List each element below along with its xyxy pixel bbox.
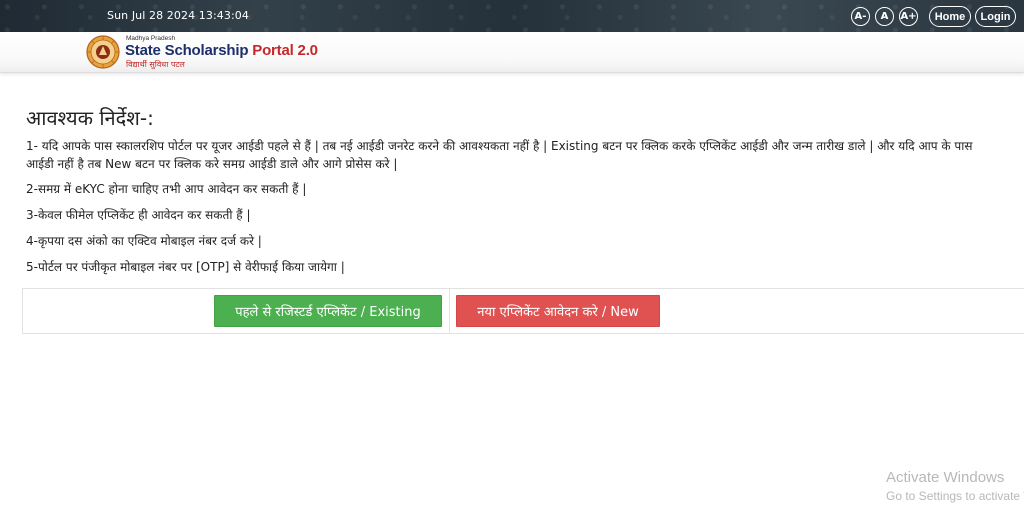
home-button[interactable]: Home [929,6,971,27]
logo-state-label: Madhya Pradesh [126,35,176,42]
instruction-item: 2-समग्र में eKYC होना चाहिए तभी आप आवेदन… [26,182,307,196]
logo-title: State Scholarship Portal 2.0 [125,42,318,59]
instructions-heading: आवश्यक निर्देश-: [26,106,154,130]
instruction-item: आईडी नहीं है तब New बटन पर क्लिक करे समग… [26,157,398,171]
current-datetime: Sun Jul 28 2024 13:43:04 [107,9,249,22]
action-box-divider [449,289,450,333]
instruction-item: 1- यदि आपके पास स्कालरशिप पोर्टल पर यूजर… [26,139,973,153]
logo-title-part2: Portal 2.0 [252,42,318,59]
instruction-item: 5-पोर्टल पर पंजीकृत मोबाइल नंबर पर [OTP]… [26,260,345,274]
new-applicant-button[interactable]: नया एप्लिकेंट आवेदन करे / New [456,295,660,327]
mp-emblem-icon[interactable] [86,35,120,69]
font-decrease-button[interactable]: A- [851,7,870,26]
font-normal-button[interactable]: A [875,7,894,26]
instruction-item: 3-केवल फीमेल एप्लिकेंट ही आवेदन कर सकती … [26,208,251,222]
font-increase-button[interactable]: A+ [899,7,918,26]
activate-windows-hint: Go to Settings to activate Windows. [886,489,1024,503]
instruction-item: 4-कृपया दस अंको का एक्टिव मोबाइल नंबर दर… [26,234,262,248]
login-button[interactable]: Login [975,6,1016,27]
activate-windows-title: Activate Windows [886,469,1005,486]
logo-subtitle: विद्यार्थी सुविधा पटल [126,60,185,69]
existing-applicant-button[interactable]: पहले से रजिस्टर्ड एप्लिकेंट / Existing [214,295,442,327]
logo-title-part1: State Scholarship [125,42,253,59]
